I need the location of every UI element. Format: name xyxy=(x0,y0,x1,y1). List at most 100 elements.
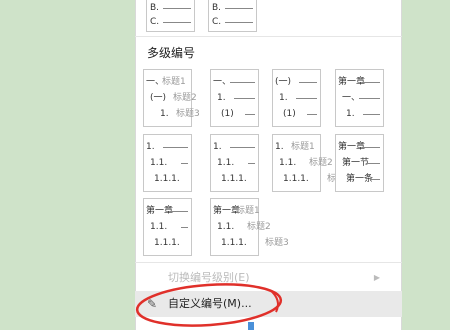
tile-line-rule xyxy=(359,98,380,99)
tile-line-heading: 标题1 xyxy=(291,142,315,152)
tile-line: (一) 标题2 xyxy=(144,92,197,104)
tile-line-label: (1) xyxy=(283,109,296,119)
tile-line: 1. 标题1 xyxy=(273,141,320,153)
tile-line: 1.1. xyxy=(144,157,191,169)
bottom-indicator xyxy=(248,322,254,330)
tile-line-rule xyxy=(299,82,317,83)
tile-line-label: 第一章 xyxy=(146,206,174,216)
menu-divider xyxy=(135,262,402,263)
numbering-style-tile[interactable]: 1. 1.1. 1.1.1. xyxy=(210,134,259,192)
tile-line-label: (一) xyxy=(275,77,292,87)
tile-line-label: 1.1. xyxy=(279,158,297,168)
tile-line: 1.1. xyxy=(211,157,258,169)
tile-line-rule xyxy=(370,179,380,180)
tile-line-heading: 标题3 xyxy=(265,238,289,248)
tile-line-label: 1.1.1. xyxy=(154,238,180,248)
tile-line-rule xyxy=(363,114,380,115)
tile-line-heading: 标题3 xyxy=(176,109,200,119)
numbering-style-tile[interactable]: B. C. xyxy=(208,0,257,32)
tile-line-label: 1. xyxy=(346,109,355,119)
tile-line: 1. xyxy=(336,108,383,120)
numbering-style-tile[interactable]: 一、 1. (1) xyxy=(210,69,259,127)
numbering-style-tile[interactable]: 1. 1.1. 1.1.1. xyxy=(143,134,192,192)
custom-numbering-label: 自定义编号(M)... xyxy=(168,297,252,310)
tile-line: 第一章 标题1 xyxy=(211,205,260,217)
change-numbering-level-menu-item: 切换编号级别(E) ▶ xyxy=(135,265,402,291)
tile-line: 1. xyxy=(273,92,320,104)
tile-line-label: B. xyxy=(212,3,222,13)
section-title-multilevel: 多级编号 xyxy=(147,46,196,60)
tile-line-rule xyxy=(163,22,191,23)
pencil-icon: ✎ xyxy=(147,297,158,311)
tile-line-label: 第一章 xyxy=(338,142,366,152)
tile-line-label: 1.1.1. xyxy=(221,174,247,184)
tile-line-rule xyxy=(225,22,253,23)
tile-line-rule xyxy=(163,147,188,148)
tile-line-label: C. xyxy=(150,17,160,27)
tile-line-label: 第一节 xyxy=(342,158,370,168)
tile-line-rule xyxy=(234,98,255,99)
tile-line: (1) xyxy=(273,108,320,120)
tile-line: 1. 标题3 xyxy=(144,108,200,120)
tile-line-label: 1.1. xyxy=(217,222,235,232)
tile-line: C. xyxy=(147,16,194,28)
numbering-style-tile[interactable]: 第一章 1.1. 1.1.1. xyxy=(143,198,192,256)
tile-line: 第一章 xyxy=(144,205,191,217)
section-divider xyxy=(135,36,402,37)
tile-line-label: 第一章 xyxy=(338,77,366,87)
tile-line-rule xyxy=(307,114,317,115)
tile-line: 1. xyxy=(144,141,191,153)
tile-line: 1.1.1. xyxy=(144,237,191,249)
tile-line-label: C. xyxy=(212,17,222,27)
tile-line-label: 1.1. xyxy=(217,158,235,168)
tile-line-rule xyxy=(296,98,317,99)
tile-line-label: 1.1.1. xyxy=(221,238,247,248)
numbering-style-tile[interactable]: 第一章 标题1 1.1. 标题2 1.1.1. 标题3 xyxy=(210,198,289,256)
tile-line-heading: 标题1 xyxy=(162,77,186,87)
tile-line-rule xyxy=(163,8,191,9)
tile-line: 1. xyxy=(211,92,258,104)
numbering-style-tile[interactable]: 一、 标题1 (一) 标题2 1. 标题3 xyxy=(143,69,200,127)
tile-line: 一、 xyxy=(336,92,383,104)
tile-line-rule xyxy=(181,163,188,164)
tile-line-label: 1. xyxy=(146,142,155,152)
change-numbering-level-label: 切换编号级别(E) xyxy=(168,271,250,284)
numbering-style-tile[interactable]: 1. 标题1 1.1. 标题2 1.1.1.标题3 xyxy=(272,134,351,192)
tile-line: 第一条 xyxy=(336,173,383,185)
tile-line-label: 1.1.1. xyxy=(283,174,309,184)
tile-line-rule xyxy=(362,82,380,83)
tile-line-rule xyxy=(248,163,255,164)
tile-line: 1.1. xyxy=(144,221,191,233)
tile-line: 1.1. 标题2 xyxy=(211,221,271,233)
tile-line-rule xyxy=(230,147,255,148)
tile-line-label: 1. xyxy=(217,93,226,103)
custom-numbering-menu-item[interactable]: ✎ 自定义编号(M)... xyxy=(135,291,402,317)
desktop-background-left xyxy=(0,0,135,330)
tile-line-label: 1. xyxy=(213,142,222,152)
tile-line-label: 第一条 xyxy=(346,174,374,184)
numbering-style-tile[interactable]: B. C. xyxy=(146,0,195,32)
tile-line: 1.1.1.标题3 xyxy=(273,173,351,185)
numbering-style-tile[interactable]: 第一章第一节第一条 xyxy=(335,134,384,192)
tile-line: 第一章 xyxy=(336,141,383,153)
tile-line: C. xyxy=(209,16,256,28)
tile-line-rule xyxy=(170,211,188,212)
tile-line-label: 一、 xyxy=(213,77,232,87)
tile-line: 1.1.1. xyxy=(211,173,258,185)
tile-line: 1. xyxy=(211,141,258,153)
tile-line-heading: 标题2 xyxy=(247,222,271,232)
desktop-background-right xyxy=(402,0,450,330)
tile-line-label: (一) xyxy=(150,93,167,103)
tile-line-label: 1.1. xyxy=(150,158,168,168)
numbering-style-tile[interactable]: (一) 1. (1) xyxy=(272,69,321,127)
tile-line: (1) xyxy=(211,108,258,120)
tile-line: 1.1.1. xyxy=(144,173,191,185)
tile-line-label: 1.1.1. xyxy=(154,174,180,184)
tile-line-heading: 标题2 xyxy=(173,93,197,103)
tile-line: 1.1.1. 标题3 xyxy=(211,237,289,249)
numbering-style-tile[interactable]: 第一章一、 1. xyxy=(335,69,384,127)
tile-line-label: 1. xyxy=(279,93,288,103)
tile-line-label: B. xyxy=(150,3,160,13)
tile-line: 第一章 xyxy=(336,76,383,88)
tile-line-rule xyxy=(362,147,380,148)
